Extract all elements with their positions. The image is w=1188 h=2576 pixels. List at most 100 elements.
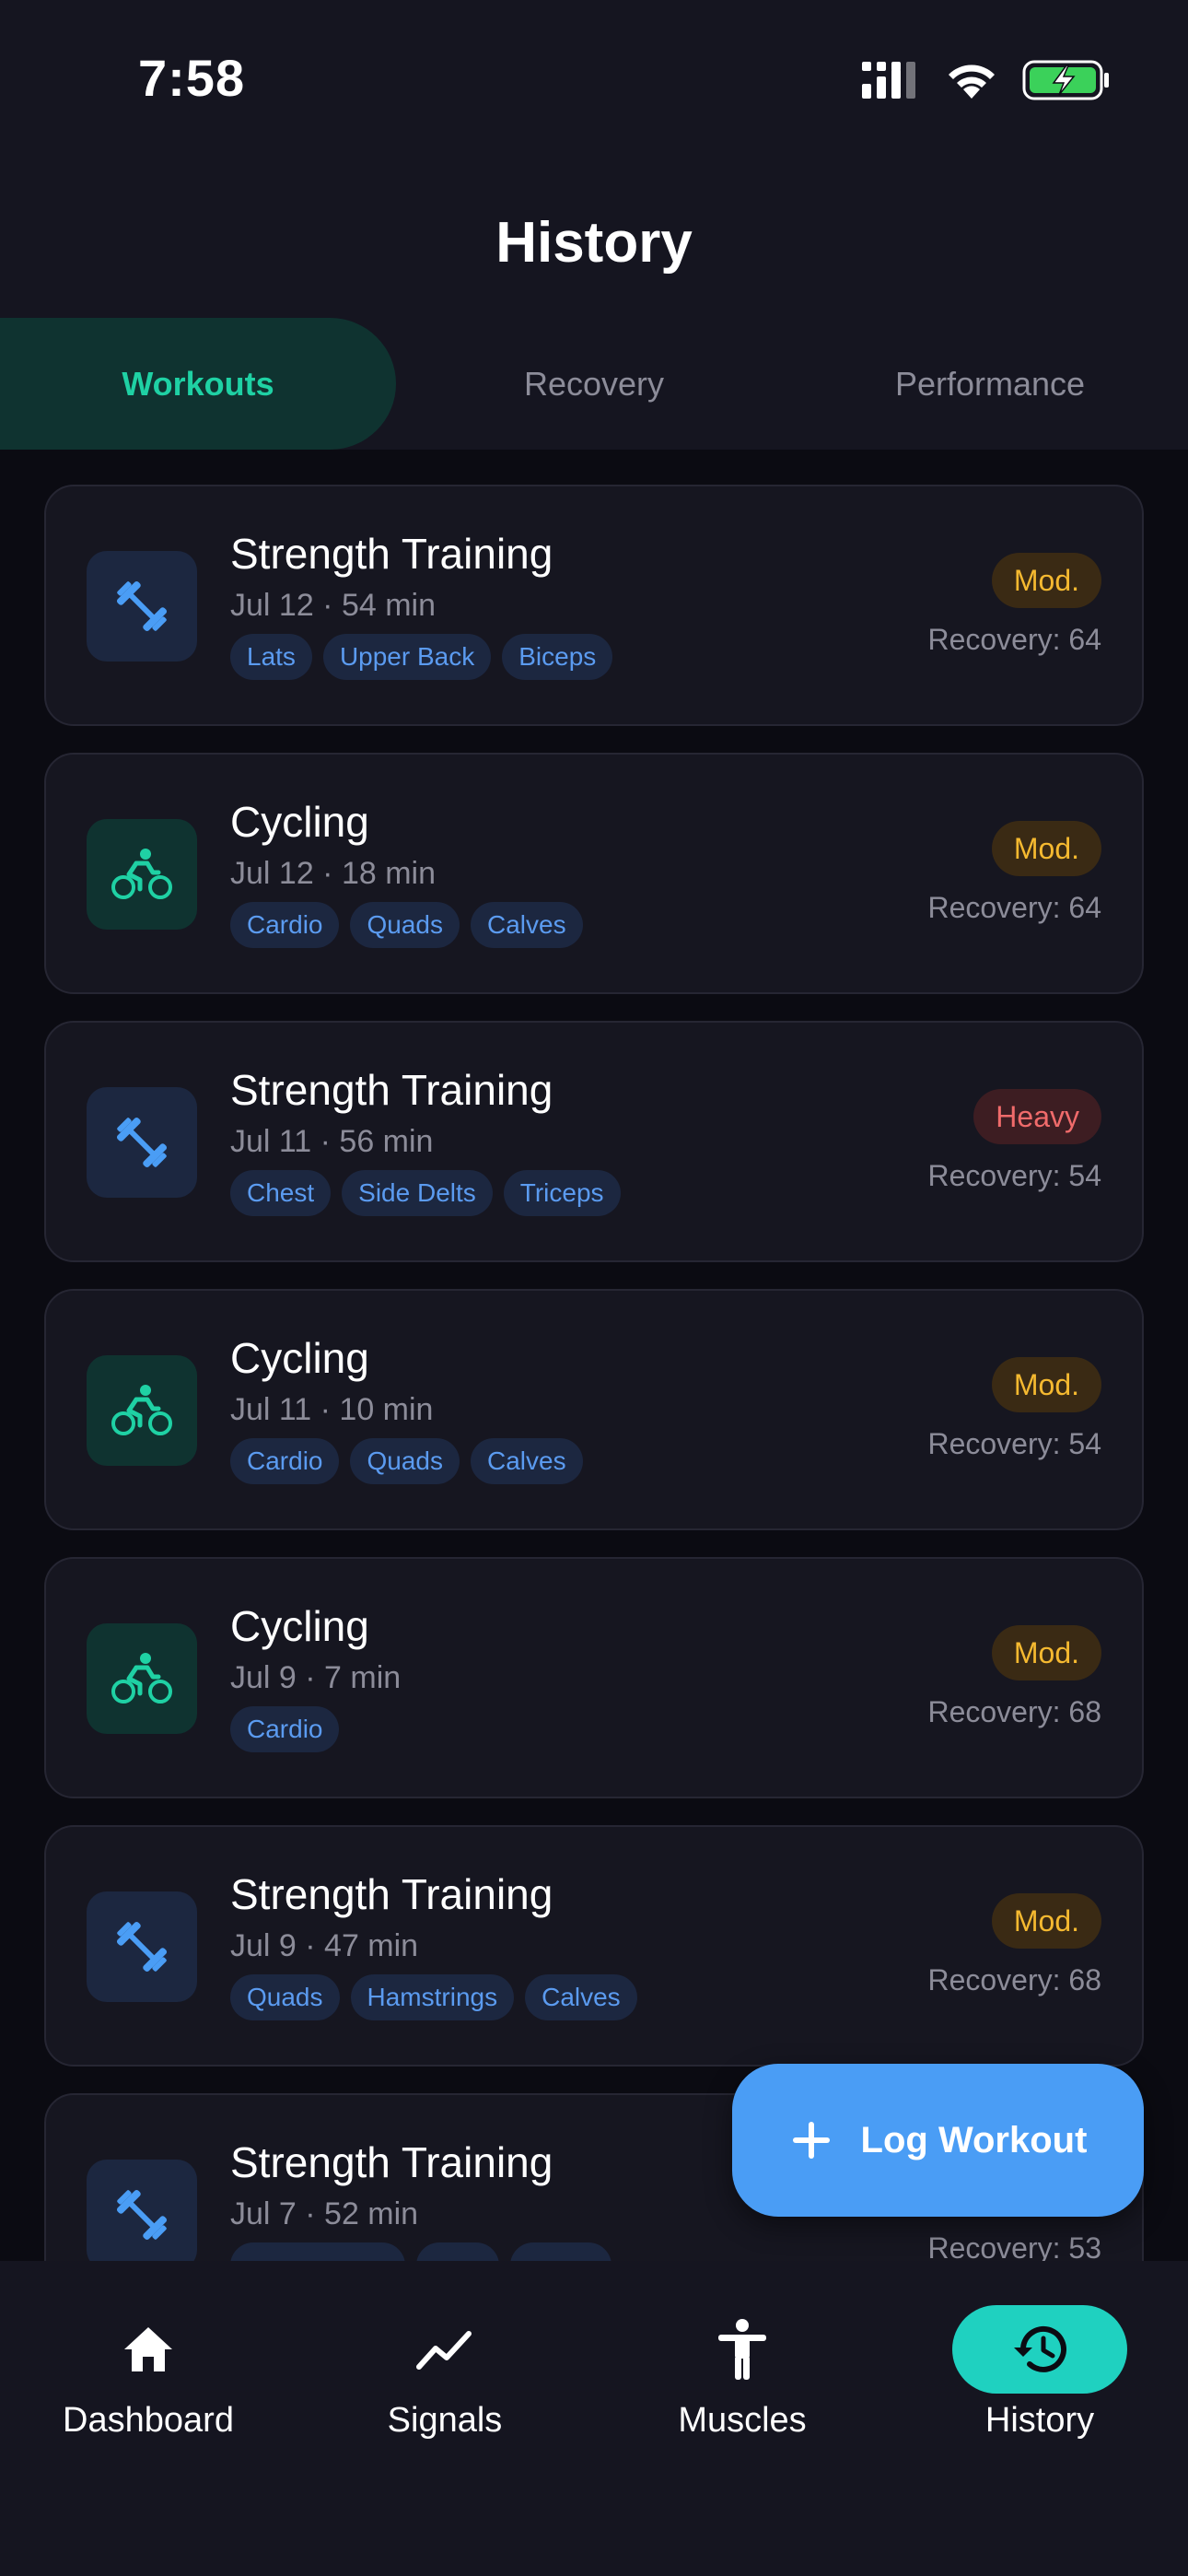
log-workout-label: Log Workout bbox=[860, 2119, 1088, 2160]
dumbbell-icon bbox=[116, 580, 168, 632]
workout-date-duration: Jul 11 · 56 min bbox=[230, 1124, 434, 1159]
workout-date-duration: Jul 11 · 10 min bbox=[230, 1392, 434, 1427]
nav-label: Muscles bbox=[678, 2401, 807, 2440]
muscle-tag: Upper Back bbox=[322, 634, 492, 680]
nav-icon-wrap bbox=[655, 2305, 830, 2394]
workout-card[interactable]: Cycling Jul 12 · 18 min Cardio Quads Cal… bbox=[44, 753, 1144, 994]
workout-card[interactable]: Cycling Jul 11 · 10 min Cardio Quads Cal… bbox=[44, 1289, 1144, 1530]
workout-type-icon bbox=[87, 819, 197, 930]
workout-title: Strength Training bbox=[230, 1870, 553, 1918]
workout-type-icon bbox=[87, 2160, 197, 2261]
workout-title: Strength Training bbox=[230, 1066, 553, 1114]
muscle-tag: Calves bbox=[470, 902, 583, 948]
log-workout-button[interactable]: Log Workout bbox=[732, 2064, 1144, 2217]
intensity-badge: Mod. bbox=[991, 1625, 1101, 1680]
muscle-tag: Lats bbox=[230, 634, 312, 680]
muscle-tag: Quads bbox=[230, 1974, 340, 2020]
home-icon bbox=[124, 2327, 172, 2371]
cellular-signal-icon bbox=[862, 62, 915, 99]
intensity-badge: Mod. bbox=[991, 1357, 1101, 1412]
intensity-badge: Mod. bbox=[991, 553, 1101, 608]
muscle-tags: Lats Upper Back Biceps bbox=[230, 634, 613, 680]
muscle-tags bbox=[230, 2242, 611, 2261]
nav-signals[interactable]: Signals bbox=[297, 2305, 593, 2441]
dumbbell-icon bbox=[116, 1921, 168, 1973]
trend-line-icon bbox=[416, 2331, 472, 2370]
recovery-score: Recovery: 64 bbox=[927, 623, 1101, 656]
recovery-score: Recovery: 64 bbox=[927, 891, 1101, 924]
nav-icon-wrap bbox=[952, 2305, 1127, 2394]
workout-type-icon bbox=[87, 1087, 197, 1198]
bike-icon bbox=[111, 1653, 172, 1704]
muscle-tag: Quads bbox=[350, 1438, 460, 1484]
workout-card[interactable]: Strength Training Jul 11 · 56 min Chest … bbox=[44, 1021, 1144, 1262]
nav-dashboard[interactable]: Dashboard bbox=[0, 2305, 297, 2441]
workout-date-duration: Jul 12 · 18 min bbox=[230, 856, 436, 891]
nav-icon-wrap bbox=[61, 2305, 236, 2394]
workout-card[interactable]: Strength Training Jul 9 · 47 min Quads H… bbox=[44, 1825, 1144, 2067]
muscle-tag bbox=[510, 2242, 611, 2261]
muscle-tags: Cardio Quads Calves bbox=[230, 902, 583, 948]
intensity-badge: Heavy bbox=[973, 1089, 1101, 1144]
muscle-tags: Quads Hamstrings Calves bbox=[230, 1974, 637, 2020]
nav-muscles[interactable]: Muscles bbox=[594, 2305, 891, 2441]
nav-icon-wrap bbox=[357, 2305, 532, 2394]
recovery-score: Recovery: 68 bbox=[927, 1963, 1101, 1996]
bottom-nav: Dashboard Signals Muscles History bbox=[0, 2261, 1188, 2576]
muscle-tags: Chest Side Delts Triceps bbox=[230, 1170, 621, 1216]
workout-date-duration: Jul 7 · 52 min bbox=[230, 2196, 419, 2231]
bike-icon bbox=[111, 849, 172, 899]
muscle-tag: Biceps bbox=[502, 634, 613, 680]
body-icon bbox=[718, 2319, 766, 2380]
muscle-tag: Side Delts bbox=[342, 1170, 493, 1216]
workout-date-duration: Jul 9 · 7 min bbox=[230, 1660, 402, 1695]
tab-workouts[interactable]: Workouts bbox=[0, 318, 396, 450]
nav-label: Signals bbox=[387, 2401, 503, 2440]
muscle-tags: Cardio Quads Calves bbox=[230, 1438, 583, 1484]
recovery-score: Recovery: 54 bbox=[927, 1159, 1101, 1192]
muscle-tag: Hamstrings bbox=[350, 1974, 515, 2020]
status-time: 7:58 bbox=[138, 49, 246, 107]
wifi-icon bbox=[949, 64, 995, 99]
muscle-tag: Calves bbox=[470, 1438, 583, 1484]
muscle-tag: Calves bbox=[525, 1974, 637, 2020]
tab-recovery[interactable]: Recovery bbox=[396, 318, 792, 450]
recovery-score: Recovery: 54 bbox=[927, 1427, 1101, 1460]
workout-type-icon bbox=[87, 1891, 197, 2002]
workout-title: Cycling bbox=[230, 1334, 369, 1382]
workout-type-icon bbox=[87, 1623, 197, 1734]
muscle-tags: Cardio bbox=[230, 1706, 340, 1752]
page-title: History bbox=[495, 211, 693, 275]
workout-title: Cycling bbox=[230, 798, 369, 846]
muscle-tag: Quads bbox=[350, 902, 460, 948]
plus-icon bbox=[792, 2122, 830, 2159]
workout-type-icon bbox=[87, 551, 197, 662]
status-icons bbox=[860, 57, 1111, 103]
workout-title: Strength Training bbox=[230, 530, 553, 578]
workout-title: Cycling bbox=[230, 1602, 369, 1650]
workout-type-icon bbox=[87, 1355, 197, 1466]
intensity-badge: Mod. bbox=[991, 821, 1101, 876]
workout-card[interactable]: Cycling Jul 9 · 7 min Cardio Mod. Recove… bbox=[44, 1557, 1144, 1798]
workout-card[interactable]: Strength Training Jul 12 · 54 min Lats U… bbox=[44, 485, 1144, 726]
status-bar: 7:58 bbox=[0, 0, 1188, 157]
intensity-badge: Mod. bbox=[991, 1893, 1101, 1949]
workout-title: Strength Training bbox=[230, 2138, 553, 2186]
workout-list[interactable]: Strength Training Jul 12 · 54 min Lats U… bbox=[0, 450, 1188, 2261]
nav-history[interactable]: History bbox=[891, 2305, 1188, 2441]
history-screen: 7:58 History Workouts Recovery Performan… bbox=[0, 0, 1188, 2576]
muscle-tag: Cardio bbox=[230, 1438, 340, 1484]
tab-performance[interactable]: Performance bbox=[792, 318, 1188, 450]
muscle-tag: Cardio bbox=[230, 902, 340, 948]
segmented-tabs: Workouts Recovery Performance bbox=[0, 318, 1188, 450]
muscle-tag: Triceps bbox=[503, 1170, 621, 1216]
nav-label: History bbox=[984, 2401, 1095, 2440]
muscle-tag bbox=[230, 2242, 405, 2261]
workout-date-duration: Jul 9 · 47 min bbox=[230, 1928, 419, 1963]
recovery-score: Recovery: 53 bbox=[927, 2231, 1101, 2261]
bike-icon bbox=[111, 1385, 172, 1435]
history-icon bbox=[1014, 2325, 1066, 2372]
dumbbell-icon bbox=[116, 2189, 168, 2241]
dumbbell-icon bbox=[116, 1117, 168, 1168]
nav-label: Dashboard bbox=[63, 2401, 234, 2440]
